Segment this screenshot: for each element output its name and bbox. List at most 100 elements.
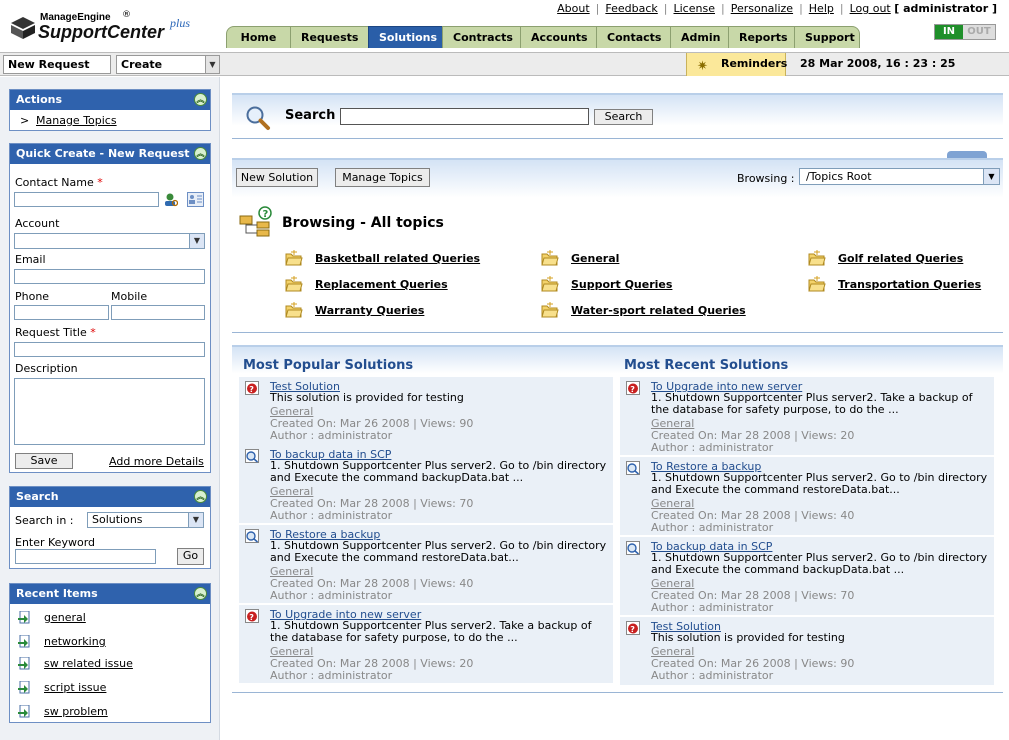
topic-link[interactable]: Golf related Queries bbox=[838, 252, 963, 265]
account-select[interactable]: ▼ bbox=[14, 233, 205, 249]
topics-tree-icon: ? bbox=[239, 206, 272, 237]
solution-item[interactable]: ? Test Solution This solution is provide… bbox=[239, 377, 613, 445]
feedback-link[interactable]: Feedback bbox=[605, 2, 657, 15]
solution-item[interactable]: ? To Upgrade into new server 1. Shutdown… bbox=[620, 377, 994, 455]
solution-author: Author : administrator bbox=[651, 601, 774, 614]
recent-item-link[interactable]: general bbox=[44, 611, 86, 624]
folder-icon bbox=[808, 276, 826, 292]
solution-description: 1. Shutdown Supportcenter Plus server2. … bbox=[270, 539, 607, 564]
chevron-down-icon: ▼ bbox=[983, 169, 999, 184]
tab-contacts[interactable]: Contacts bbox=[596, 26, 670, 48]
topic-link[interactable]: Support Queries bbox=[571, 278, 672, 291]
solution-item[interactable]: To Restore a backup 1. Shutdown Supportc… bbox=[620, 457, 994, 535]
mobile-field[interactable] bbox=[111, 305, 205, 320]
keyword-input[interactable] bbox=[15, 549, 156, 564]
collapse-icon[interactable]: ︽ bbox=[194, 93, 207, 106]
save-button[interactable]: Save bbox=[15, 453, 73, 469]
solution-icon: ? bbox=[626, 381, 640, 395]
divider bbox=[232, 138, 1003, 139]
collapse-icon[interactable]: ︽ bbox=[194, 587, 207, 600]
recent-item-link[interactable]: networking bbox=[44, 635, 106, 648]
request-title-field[interactable] bbox=[14, 342, 205, 357]
chevron-down-icon: ▼ bbox=[189, 234, 204, 248]
recent-item-link[interactable]: script issue bbox=[44, 681, 106, 694]
new-solution-button[interactable]: New Solution bbox=[236, 168, 318, 187]
chevron-down-icon: ▼ bbox=[205, 56, 219, 73]
main-content: Search Search New Solution Manage Topics… bbox=[221, 77, 1009, 740]
about-link[interactable]: About bbox=[557, 2, 590, 15]
folder-icon bbox=[541, 250, 559, 266]
solution-author: Author : administrator bbox=[651, 441, 774, 454]
svg-text:?: ? bbox=[263, 209, 269, 220]
solution-item[interactable]: To backup data in SCP 1. Shutdown Suppor… bbox=[620, 537, 994, 615]
tab-solutions[interactable]: Solutions bbox=[368, 26, 442, 48]
top-links: About | Feedback | License | Personalize | Help |… bbox=[557, 2, 997, 15]
tab-admin[interactable]: Admin bbox=[670, 26, 728, 48]
email-field[interactable] bbox=[14, 269, 205, 284]
phone-field[interactable] bbox=[14, 305, 109, 320]
license-link[interactable]: License bbox=[674, 2, 715, 15]
toolbar: New Request Create ▼ ✷ Reminders 28 Mar … bbox=[0, 52, 1009, 76]
brand-registered: ® bbox=[122, 10, 131, 20]
manage-topics-button[interactable]: Manage Topics bbox=[335, 168, 430, 187]
topic-link[interactable]: General bbox=[571, 252, 619, 265]
collapse-icon[interactable]: ︽ bbox=[194, 147, 207, 160]
search-panel: Search ︽ Search in : Solutions ▼ Enter K… bbox=[9, 486, 211, 569]
reminders-label: Reminders bbox=[721, 57, 788, 70]
magnifier-icon bbox=[246, 106, 270, 130]
topic-link[interactable]: Water-sport related Queries bbox=[571, 304, 746, 317]
description-textarea[interactable] bbox=[14, 378, 205, 445]
mobile-label: Mobile bbox=[111, 290, 148, 303]
topic-link[interactable]: Replacement Queries bbox=[315, 278, 448, 291]
folder-icon bbox=[541, 302, 559, 318]
request-icon bbox=[18, 705, 30, 718]
topic-link[interactable]: Transportation Queries bbox=[838, 278, 981, 291]
tab-requests[interactable]: Requests bbox=[290, 26, 368, 48]
search-input[interactable] bbox=[340, 108, 589, 125]
browsing-label: Browsing : bbox=[737, 172, 795, 185]
solution-item[interactable]: To Restore a backup 1. Shutdown Supportc… bbox=[239, 525, 613, 603]
topic-link[interactable]: Warranty Queries bbox=[315, 304, 424, 317]
logout-link[interactable]: Log out bbox=[850, 2, 891, 15]
add-more-details-link[interactable]: Add more Details bbox=[109, 455, 204, 468]
svg-text:?: ? bbox=[249, 385, 254, 394]
tab-reports[interactable]: Reports bbox=[728, 26, 794, 48]
contact-search-icon[interactable] bbox=[164, 192, 178, 207]
recent-item-link[interactable]: sw problem bbox=[44, 705, 108, 718]
search-in-label: Search in : bbox=[15, 514, 74, 527]
folder-icon bbox=[285, 276, 303, 292]
search-in-select[interactable]: Solutions ▼ bbox=[87, 512, 204, 528]
contact-name-input[interactable] bbox=[14, 192, 159, 207]
recent-item-link[interactable]: sw related issue bbox=[44, 657, 133, 670]
go-button[interactable]: Go bbox=[177, 548, 204, 565]
solution-item[interactable]: ? To Upgrade into new server 1. Shutdown… bbox=[239, 605, 613, 683]
required-marker: * bbox=[90, 326, 96, 339]
tab-accounts[interactable]: Accounts bbox=[520, 26, 596, 48]
in-out-toggle[interactable]: IN OUT bbox=[934, 24, 996, 40]
manage-topics-link[interactable]: Manage Topics bbox=[36, 114, 117, 127]
popular-solutions-title: Most Popular Solutions bbox=[243, 358, 414, 373]
new-request-button[interactable]: New Request bbox=[3, 55, 111, 74]
quick-create-header: Quick Create - New Request ︽ bbox=[10, 144, 210, 164]
tab-support[interactable]: Support bbox=[794, 26, 860, 48]
folder-icon bbox=[285, 250, 303, 266]
solution-description: 1. Shutdown Supportcenter Plus server2. … bbox=[270, 459, 607, 484]
personalize-link[interactable]: Personalize bbox=[731, 2, 793, 15]
topic-link[interactable]: Basketball related Queries bbox=[315, 252, 480, 265]
app-logo[interactable]: ManageEngine ® SupportCenter plus bbox=[10, 10, 210, 46]
email-label: Email bbox=[15, 253, 46, 266]
help-link[interactable]: Help bbox=[809, 2, 834, 15]
solution-item[interactable]: To backup data in SCP 1. Shutdown Suppor… bbox=[239, 445, 613, 523]
collapse-icon[interactable]: ︽ bbox=[194, 490, 207, 503]
tab-home[interactable]: Home bbox=[226, 26, 290, 48]
brand-plus: plus bbox=[170, 16, 191, 30]
solution-item[interactable]: ? Test Solution This solution is provide… bbox=[620, 617, 994, 685]
tab-contracts[interactable]: Contracts bbox=[442, 26, 520, 48]
browsing-select[interactable]: /Topics Root ▼ bbox=[799, 168, 1000, 185]
svg-text:?: ? bbox=[630, 385, 635, 394]
solution-author: Author : administrator bbox=[270, 509, 393, 522]
create-dropdown[interactable]: Create ▼ bbox=[116, 55, 220, 74]
search-button[interactable]: Search bbox=[594, 109, 653, 125]
contact-card-icon[interactable] bbox=[187, 192, 204, 207]
reminders-button[interactable]: ✷ Reminders bbox=[686, 53, 788, 76]
